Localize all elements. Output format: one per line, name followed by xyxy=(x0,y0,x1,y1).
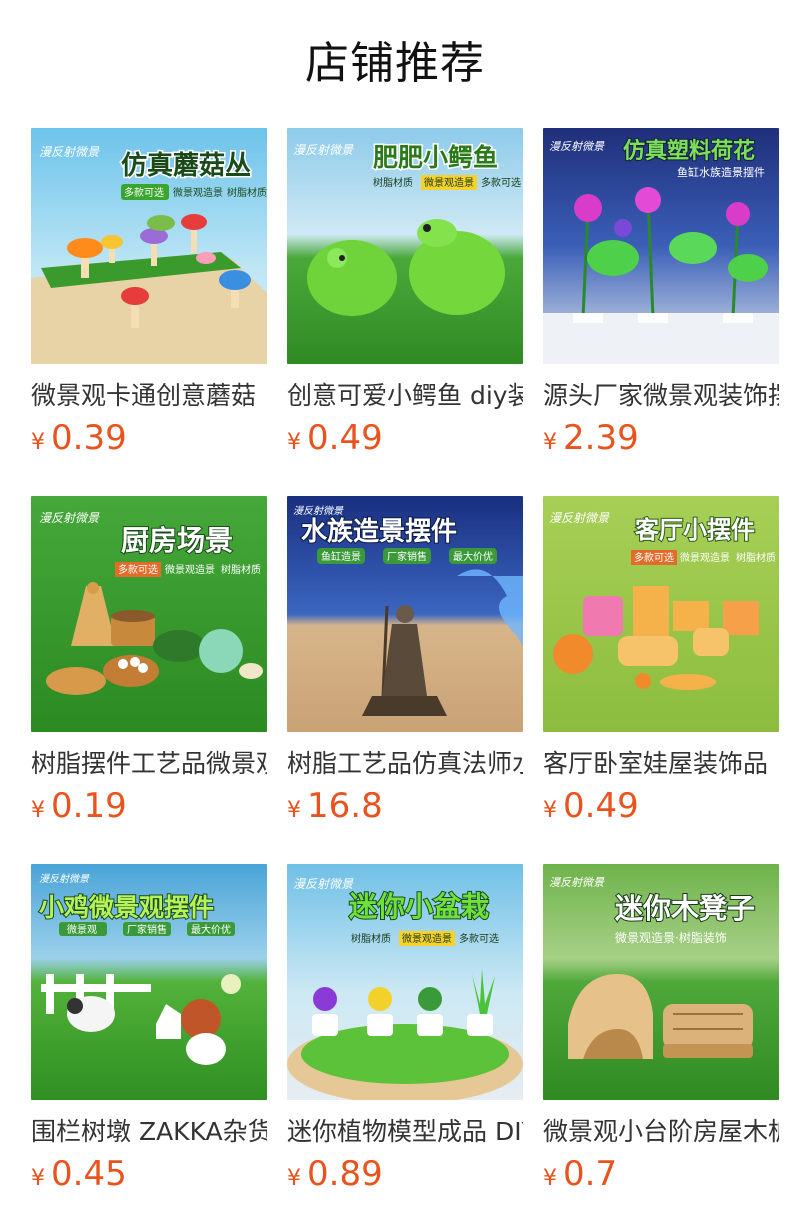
image-headline: 仿真蘑菇丛 xyxy=(121,150,251,181)
currency-symbol: ¥ xyxy=(31,1166,45,1191)
product-price: ¥0.49 xyxy=(287,418,383,458)
image-headline: 水族造景摆件 xyxy=(301,516,457,547)
image-headline: 肥肥小鳄鱼 xyxy=(373,143,498,172)
product-price: ¥16.8 xyxy=(287,786,383,826)
brand-logo: 漫反射微景 xyxy=(293,877,354,891)
svg-text:最大价优: 最大价优 xyxy=(191,923,231,936)
product-name[interactable]: 客厅卧室娃屋装饰品 xyxy=(543,748,779,780)
product-price: ¥0.49 xyxy=(543,786,639,826)
price-value: 0.49 xyxy=(307,418,383,458)
product-price: ¥0.45 xyxy=(31,1154,127,1194)
svg-text:多款可选: 多款可选 xyxy=(634,551,674,564)
product-image-lotus[interactable]: 漫反射微景 仿真塑料荷花 鱼缸水族造景摆件 xyxy=(543,128,779,364)
svg-text:微景观造景: 微景观造景 xyxy=(173,186,223,199)
svg-text:厂家销售: 厂家销售 xyxy=(387,550,427,563)
price-value: 0.49 xyxy=(563,786,639,826)
svg-text:最大价优: 最大价优 xyxy=(453,550,493,563)
product-name[interactable]: 微景观小台阶房屋木桩 xyxy=(543,1116,779,1148)
svg-text:多款可选: 多款可选 xyxy=(481,176,521,189)
product-image-living-room[interactable]: 漫反射微景 客厅小摆件 多款可选 微景观造景 树脂材质 xyxy=(543,496,779,732)
product-image-crocodile[interactable]: 漫反射微景 肥肥小鳄鱼 树脂材质 微景观造景 多款可选 xyxy=(287,128,523,364)
product-image-mushrooms[interactable]: 漫反射微景 仿真蘑菇丛 多款可选 微景观造景 树脂材质 xyxy=(31,128,267,364)
price-value: 0.7 xyxy=(563,1154,618,1194)
currency-symbol: ¥ xyxy=(543,1166,557,1191)
svg-text:鱼缸水族造景摆件: 鱼缸水族造景摆件 xyxy=(677,165,765,179)
svg-text:树脂材质: 树脂材质 xyxy=(221,563,261,576)
svg-text:微景观造景·树脂装饰: 微景观造景·树脂装饰 xyxy=(615,930,727,945)
brand-logo: 漫反射微景 xyxy=(549,876,605,889)
svg-text:微景观: 微景观 xyxy=(67,923,97,936)
svg-text:鱼缸造景: 鱼缸造景 xyxy=(321,550,361,563)
product-image-bonsai[interactable]: 漫反射微景 迷你小盆栽 树脂材质 微景观造景 多款可选 xyxy=(287,864,523,1100)
image-headline: 迷你小盆栽 xyxy=(349,890,489,923)
brand-logo: 漫反射微景 xyxy=(549,140,605,153)
price-value: 0.89 xyxy=(307,1154,383,1194)
brand-logo: 漫反射微景 xyxy=(39,145,100,159)
brand-logo: 漫反射微景 xyxy=(293,505,344,517)
product-price: ¥0.89 xyxy=(287,1154,383,1194)
svg-text:微景观造景: 微景观造景 xyxy=(165,563,215,576)
brand-logo: 漫反射微景 xyxy=(293,143,354,157)
image-headline: 厨房场景 xyxy=(121,524,233,557)
price-value: 0.19 xyxy=(51,786,127,826)
svg-text:树脂材质: 树脂材质 xyxy=(351,932,391,945)
brand-logo: 漫反射微景 xyxy=(549,511,610,525)
product-name[interactable]: 围栏树墩 ZAKKA杂货 xyxy=(31,1116,267,1148)
svg-text:树脂材质: 树脂材质 xyxy=(227,186,267,199)
image-headline: 迷你木凳子 xyxy=(615,892,755,925)
image-headline: 仿真塑料荷花 xyxy=(623,138,755,164)
product-image-kitchen[interactable]: 漫反射微景 厨房场景 多款可选 微景观造景 树脂材质 xyxy=(31,496,267,732)
currency-symbol: ¥ xyxy=(287,1166,301,1191)
product-grid: 漫反射微景 仿真蘑菇丛 多款可选 微景观造景 树脂材质 微景观卡通创意蘑菇 ¥ … xyxy=(0,0,790,1232)
product-name[interactable]: 树脂摆件工艺品微景观 xyxy=(31,748,267,780)
currency-symbol: ¥ xyxy=(543,798,557,823)
product-price: ¥0.7 xyxy=(543,1154,617,1194)
product-name[interactable]: 创意可爱小鳄鱼 diy装 xyxy=(287,380,523,412)
brand-logo: 漫反射微景 xyxy=(39,873,90,885)
currency-symbol: ¥ xyxy=(31,798,45,823)
product-image-chicks[interactable]: 漫反射微景 小鸡微景观摆件 微景观 厂家销售 最大价优 xyxy=(31,864,267,1100)
product-price: ¥0.19 xyxy=(31,786,127,826)
product-image-stools[interactable]: 漫反射微景 迷你木凳子 微景观造景·树脂装饰 xyxy=(543,864,779,1100)
price-value: 2.39 xyxy=(563,418,639,458)
svg-text:树脂材质: 树脂材质 xyxy=(373,176,413,189)
currency-symbol: ¥ xyxy=(287,430,301,455)
product-name[interactable]: 树脂工艺品仿真法师水 xyxy=(287,748,523,780)
product-name[interactable]: 迷你植物模型成品 DIY xyxy=(287,1116,523,1148)
svg-text:多款可选: 多款可选 xyxy=(459,932,499,945)
image-headline: 小鸡微景观摆件 xyxy=(39,893,214,922)
svg-text:微景观造景: 微景观造景 xyxy=(424,176,474,189)
svg-text:树脂材质: 树脂材质 xyxy=(736,551,776,564)
svg-text:微景观造景: 微景观造景 xyxy=(402,932,452,945)
svg-text:多款可选: 多款可选 xyxy=(118,563,158,576)
price-value: 0.39 xyxy=(51,418,127,458)
image-headline: 客厅小摆件 xyxy=(635,516,755,544)
price-value: 0.45 xyxy=(51,1154,127,1194)
product-name[interactable]: 微景观卡通创意蘑菇 xyxy=(31,380,267,412)
product-name[interactable]: 源头厂家微景观装饰摆 xyxy=(543,380,779,412)
currency-symbol: ¥ xyxy=(31,430,45,455)
product-price: ¥2.39 xyxy=(543,418,639,458)
price-value: 16.8 xyxy=(307,786,383,826)
svg-text:厂家销售: 厂家销售 xyxy=(127,923,167,936)
currency-symbol: ¥ xyxy=(543,430,557,455)
product-image-wizard[interactable]: 漫反射微景 水族造景摆件 鱼缸造景 厂家销售 最大价优 xyxy=(287,496,523,732)
product-price: ¥0.39 xyxy=(31,418,127,458)
svg-text:微景观造景: 微景观造景 xyxy=(680,551,730,564)
currency-symbol: ¥ xyxy=(287,798,301,823)
brand-logo: 漫反射微景 xyxy=(39,511,100,525)
svg-text:多款可选: 多款可选 xyxy=(124,186,164,199)
